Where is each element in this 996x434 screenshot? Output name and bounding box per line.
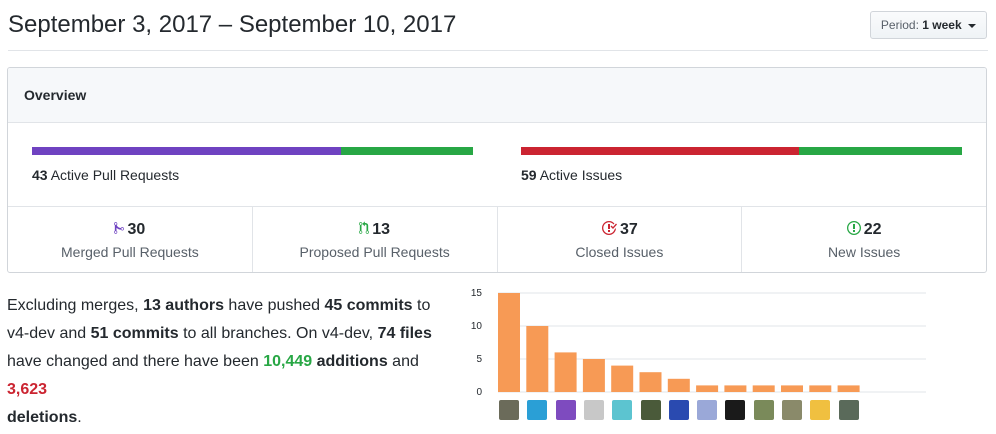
proposed-count: 13	[372, 221, 391, 238]
active-issues-label: Active Issues	[539, 167, 623, 183]
additions-word: additions	[312, 353, 388, 370]
contributors-bar-chart: 0 5 10 15	[471, 288, 926, 398]
contributor-avatar[interactable]	[668, 400, 689, 420]
proposed-label: Proposed Pull Requests	[299, 244, 450, 260]
pull-requests-bar[interactable]	[32, 147, 473, 155]
active-pull-requests-link[interactable]: 43 Active Pull Requests	[32, 167, 179, 183]
active-issues-link[interactable]: 59 Active Issues	[521, 167, 622, 183]
summary-text: have pushed	[223, 297, 325, 314]
active-pr-count: 43	[32, 167, 48, 183]
merged-label: Merged Pull Requests	[61, 244, 199, 260]
page-header: September 3, 2017 – September 10, 2017 P…	[8, 0, 988, 51]
files-count: 74 files	[377, 325, 432, 342]
overview-stats: 30 Merged Pull Requests 13 Proposed Pull…	[8, 207, 986, 272]
authors-count: 13 authors	[143, 297, 224, 314]
commits-count: 45 commits	[324, 297, 413, 314]
contributor-bar[interactable]	[781, 385, 803, 392]
y-tick-label: 0	[476, 387, 482, 398]
contributor-bar[interactable]	[526, 326, 549, 392]
period-label: Period:	[880, 18, 919, 32]
y-tick-label: 5	[476, 354, 482, 365]
open-segment	[798, 147, 962, 155]
deletions-count: 3,623	[7, 381, 48, 398]
contributor-bar[interactable]	[582, 359, 605, 392]
contributor-avatar[interactable]	[697, 400, 718, 420]
contributor-avatar[interactable]	[810, 400, 831, 420]
y-tick-label: 15	[471, 288, 483, 299]
contributor-bar[interactable]	[724, 385, 747, 392]
commit-summary: Excluding merges, 13 authors have pushed…	[7, 292, 447, 432]
contributor-avatar[interactable]	[499, 400, 519, 420]
overview-bars: 43 Active Pull Requests 59 Active Issues	[8, 123, 986, 207]
contributor-avatar[interactable]	[527, 400, 548, 420]
summary-text: Excluding merges,	[7, 297, 144, 314]
merged-pull-requests-stat[interactable]: 30 Merged Pull Requests	[8, 207, 253, 272]
additions-count: 10,449	[263, 353, 313, 370]
closed-count: 37	[619, 221, 638, 238]
all-commits-count: 51 commits	[90, 325, 179, 342]
contributor-avatar[interactable]	[555, 400, 576, 420]
issue-closed-icon	[601, 220, 617, 235]
contributor-avatar[interactable]	[753, 400, 774, 420]
contributor-bar[interactable]	[752, 385, 775, 392]
summary-text: .	[77, 409, 82, 426]
contributor-bar[interactable]	[554, 352, 577, 392]
period-select-button[interactable]: Period: 1 week	[869, 11, 987, 39]
proposed-pull-requests-stat[interactable]: 13 Proposed Pull Requests	[253, 207, 498, 272]
y-tick-label: 10	[471, 321, 483, 332]
merged-count: 30	[127, 221, 146, 238]
contributor-bar[interactable]	[667, 378, 690, 392]
active-issues-count: 59	[521, 167, 537, 183]
contributor-bar[interactable]	[611, 365, 634, 392]
contributor-avatar[interactable]	[640, 400, 661, 420]
git-merge-icon	[114, 222, 125, 234]
closed-label: Closed Issues	[575, 244, 664, 260]
contributor-bar[interactable]	[696, 385, 719, 392]
overview-panel: Overview 43 Active Pull Requests 59 Acti…	[7, 67, 987, 273]
new-issues-stat[interactable]: 22 New Issues	[742, 207, 986, 272]
merged-segment	[32, 147, 341, 155]
closed-segment	[521, 147, 799, 155]
summary-text: and	[387, 353, 419, 370]
new-count: 22	[863, 221, 882, 238]
contributor-bar[interactable]	[639, 372, 662, 392]
caret-down-icon	[968, 23, 976, 28]
summary-text: to all branches. On v4-dev,	[178, 325, 378, 342]
contributor-bar[interactable]	[809, 385, 832, 392]
contributor-bar[interactable]	[498, 293, 520, 392]
closed-issues-stat[interactable]: 37 Closed Issues	[498, 207, 743, 272]
git-pull-request-icon	[359, 221, 370, 234]
new-label: New Issues	[827, 244, 901, 260]
contributor-avatar[interactable]	[725, 400, 746, 420]
contributor-bar[interactable]	[837, 385, 860, 392]
contributor-avatar[interactable]	[838, 400, 859, 420]
deletions-word: deletions	[7, 409, 78, 426]
issues-bar[interactable]	[521, 147, 962, 155]
contributor-avatar[interactable]	[583, 400, 604, 420]
date-range-title: September 3, 2017 – September 10, 2017	[8, 11, 457, 38]
issue-opened-icon	[846, 221, 861, 235]
summary-text: have changed and there have been	[7, 353, 264, 370]
period-value: 1 week	[922, 18, 962, 32]
contributor-avatar[interactable]	[612, 400, 633, 420]
open-segment	[340, 147, 473, 155]
active-pr-label: Active Pull Requests	[50, 167, 180, 183]
contributor-avatar[interactable]	[782, 400, 802, 420]
overview-title: Overview	[8, 68, 986, 123]
